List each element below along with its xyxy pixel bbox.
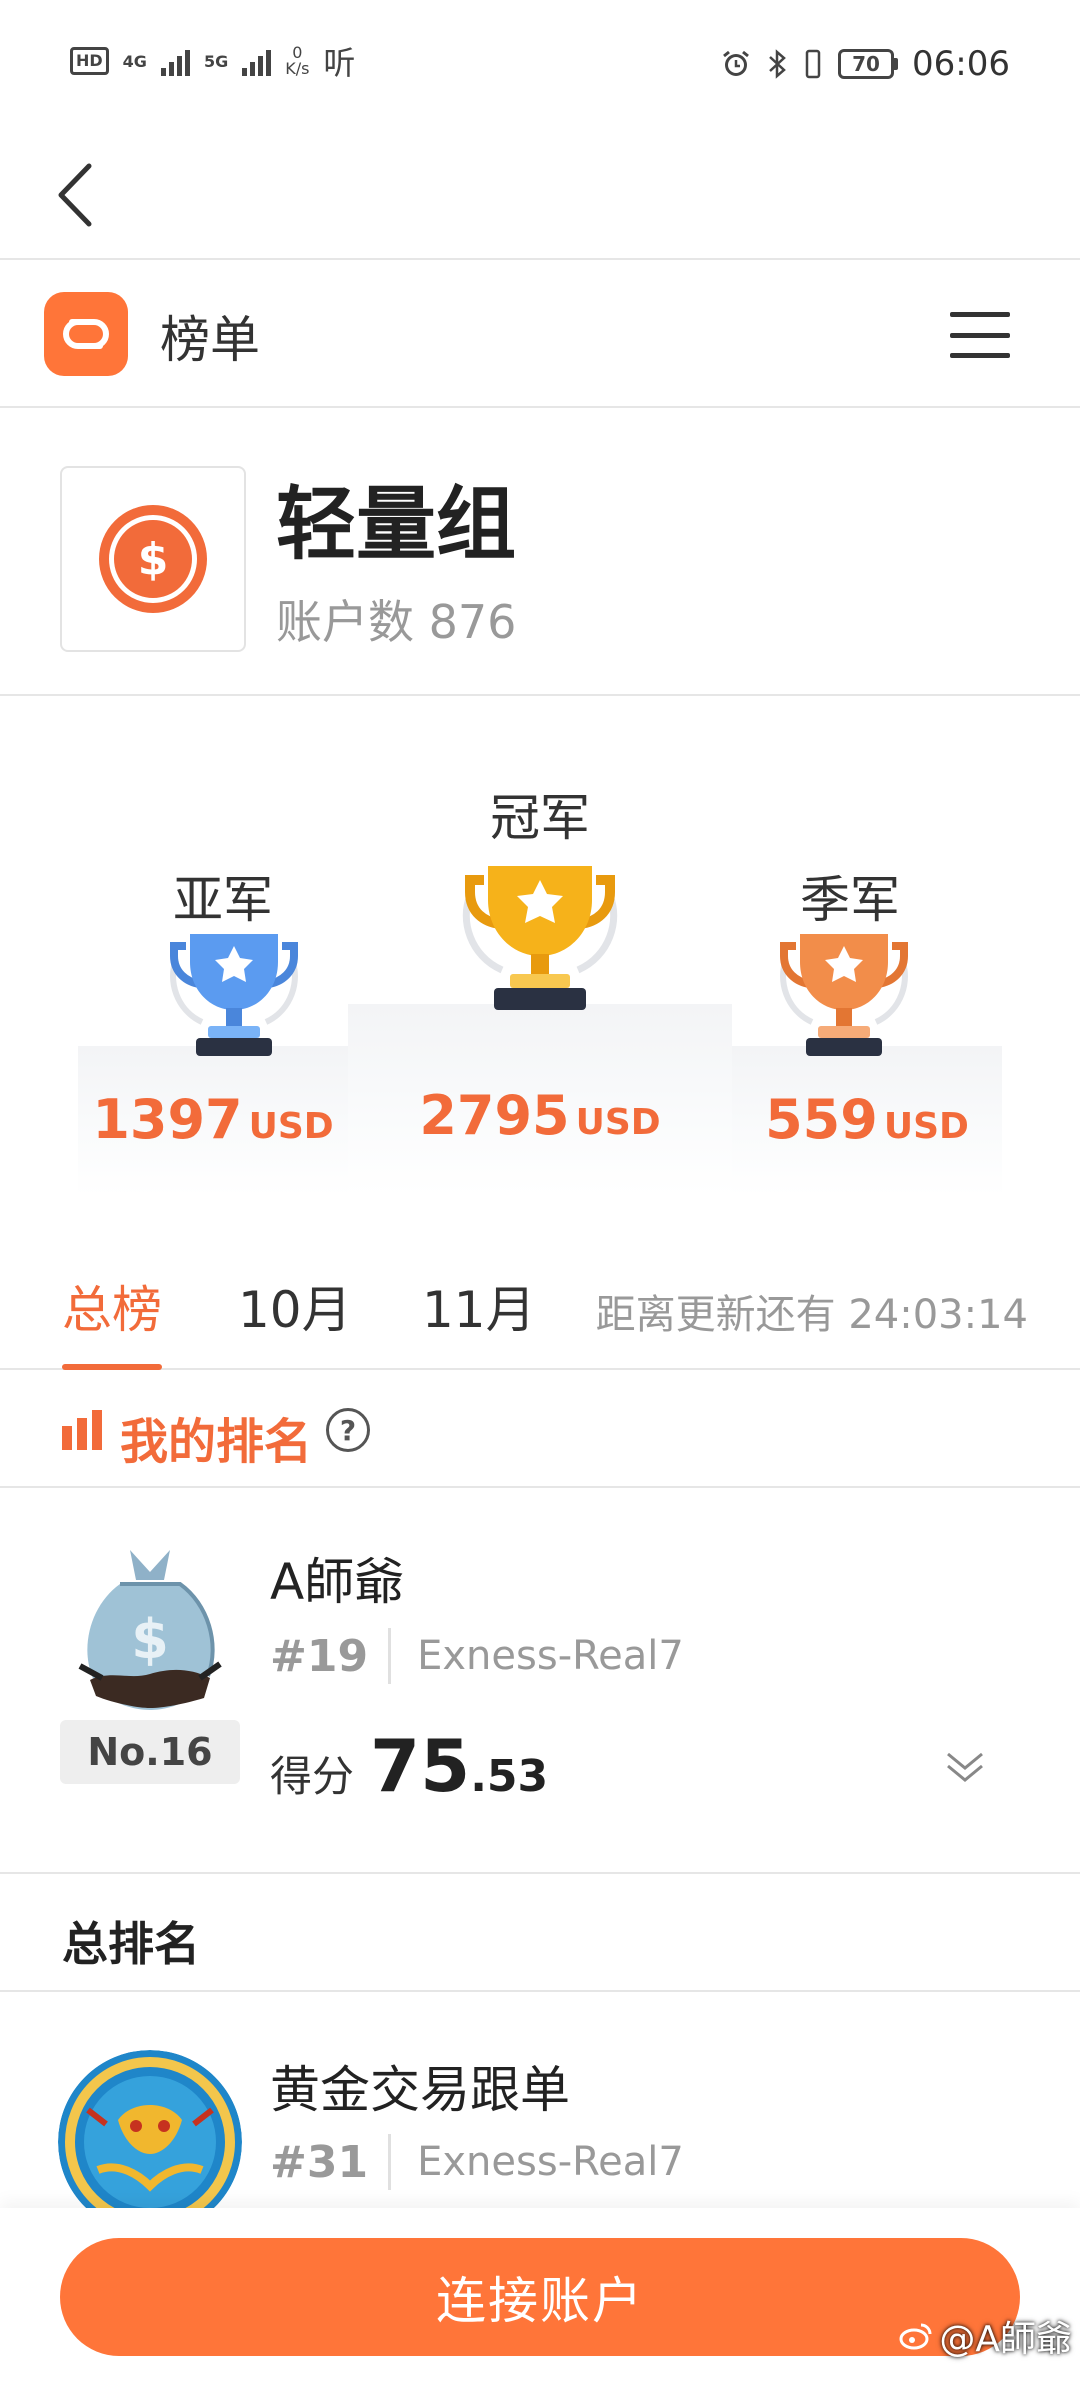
alarm-icon [723,50,749,76]
list-item-rank: #31 [270,2136,369,2188]
chevron-left-icon [58,163,92,227]
second-place-amount: 1397 USD [78,1088,348,1151]
network-5g-label: 5G [203,51,229,71]
third-place-amount: 559 USD [732,1088,1002,1151]
net-speed-unit: K/s [285,59,310,78]
bluetooth-icon [769,49,786,79]
avatar: $ No.16 [60,1540,240,1784]
list-item-meta: #31 Exness-Real7 [270,2134,684,2190]
link-logo-icon [44,292,128,376]
status-right: 70 06:06 [720,44,1010,84]
back-button[interactable] [30,150,120,240]
group-name: 轻量组 [276,478,516,571]
network-4g-label: 4G [122,51,147,71]
third-amount-currency: USD [883,1106,969,1147]
connect-account-button[interactable]: 连接账户 [60,2238,1020,2356]
svg-text:$: $ [131,1608,169,1671]
tab-november[interactable]: 11月 [422,1270,536,1342]
group-info: $ 轻量组 账户数 876 [0,410,1080,696]
account-score: 得分 75 .53 [270,1724,548,1808]
listen-app-icon: 听 [323,44,356,82]
app-header: 榜单 [0,262,1080,408]
first-amount-currency: USD [575,1102,661,1143]
my-ranking-header: 我的排名 ? [0,1372,1080,1488]
list-item-name: 黄金交易跟单 [270,2061,570,2119]
tab-overall[interactable]: 总榜 [62,1270,162,1342]
clock-time: 06:06 [912,44,1010,84]
page-title: 榜单 [160,311,260,369]
podium: 亚军 1397 USD 冠军 2795 USD 季军 559 USD [0,698,1080,1208]
nav-bar [0,130,1080,260]
list-item[interactable]: 黄金交易跟单 #31 Exness-Real7 [0,1994,1080,2244]
first-place-amount: 2795 USD [348,1084,732,1147]
score-integer: 75 [370,1724,471,1808]
silver-trophy-icon [170,934,298,1056]
bottom-bar: 连接账户 @A師爺 [0,2208,1080,2388]
my-ranking-card[interactable]: $ No.16 A師爺 #19 Exness-Real7 得分 75 .53 [0,1490,1080,1874]
chevron-down-icon[interactable] [940,1740,990,1790]
help-icon[interactable]: ? [326,1408,370,1452]
meta-divider [388,2134,392,2190]
hd-badge: HD [70,47,109,75]
overall-ranking-header: 总排名 [0,1876,1080,1992]
signal-icon [160,46,190,76]
signal-icon-2 [242,46,272,76]
second-amount-value: 1397 [92,1088,243,1151]
overall-ranking-title: 总排名 [62,1917,200,1971]
score-label: 得分 [270,1752,355,1801]
my-ranking-title: 我的排名 [120,1414,313,1470]
account-rank: #19 [270,1630,369,1682]
account-server: Exness-Real7 [417,1633,684,1679]
third-amount-value: 559 [765,1088,878,1151]
money-bag-avatar-icon: $ [78,1550,222,1710]
watermark: @A師爺 [899,2310,1072,2362]
second-amount-currency: USD [248,1106,334,1147]
hamburger-menu-icon[interactable] [950,312,1010,358]
dragon-avatar-icon [58,2050,242,2234]
first-place-label: 冠军 [490,789,590,847]
account-name: A師爺 [270,1553,405,1611]
bronze-trophy-icon [780,934,908,1056]
status-bar: HD 4G 5G 0 K/s 听 70 06:06 [0,0,1080,130]
update-countdown: 距离更新还有 24:03:14 [595,1292,1028,1338]
battery-level: 70 [838,49,895,79]
list-item-server: Exness-Real7 [417,2139,684,2185]
battery-icon: 70 [838,49,899,79]
net-speed: 0 K/s [285,45,309,77]
account-meta: #19 Exness-Real7 [270,1628,684,1684]
tab-october[interactable]: 10月 [238,1270,352,1342]
score-decimal: .53 [470,1751,549,1802]
watermark-text: @A師爺 [939,2319,1072,2360]
gold-trophy-icon [462,866,618,1010]
bar-chart-icon [62,1410,102,1450]
period-tabs: 总榜 10月 11月 距离更新还有 24:03:14 [0,1230,1080,1370]
rank-badge: No.16 [60,1720,240,1784]
dollar-coin-icon: $ [99,505,207,613]
group-icon-box: $ [60,466,246,652]
account-count: 账户数 876 [276,595,517,649]
active-tab-indicator [62,1364,162,1370]
weibo-icon [899,2323,932,2350]
first-amount-value: 2795 [419,1084,570,1147]
vibrate-icon [805,49,821,79]
meta-divider [388,1628,392,1684]
status-left: HD 4G 5G 0 K/s 听 [70,38,355,84]
